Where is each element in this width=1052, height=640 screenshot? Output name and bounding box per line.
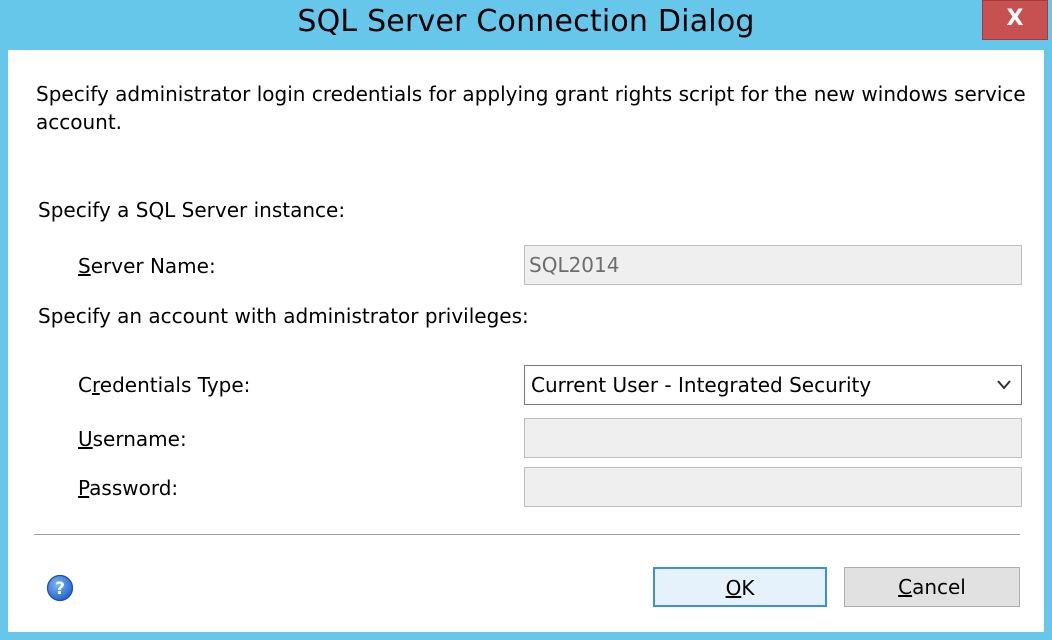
username-label: Username:: [78, 427, 187, 451]
close-icon: X: [1006, 6, 1024, 31]
credentials-label-rest: edentials Type:: [99, 373, 251, 397]
dialog-window: SQL Server Connection Dialog X Specify a…: [0, 0, 1052, 640]
ok-button[interactable]: OK: [653, 567, 827, 607]
credentials-type-value: Current User - Integrated Security: [531, 373, 872, 397]
close-button[interactable]: X: [982, 0, 1048, 40]
ok-mnemonic: O: [725, 576, 742, 600]
cancel-mnemonic: C: [898, 575, 913, 599]
credentials-type-select[interactable]: Current User - Integrated Security: [524, 365, 1022, 405]
ok-rest: K: [741, 576, 755, 600]
cancel-rest: ancel: [912, 575, 966, 599]
password-label: Password:: [78, 476, 178, 500]
username-field[interactable]: [524, 418, 1022, 458]
credentials-label-mnemonic: r: [91, 373, 100, 397]
credentials-label-prefix: C: [78, 373, 92, 397]
separator: [34, 534, 1020, 535]
description-text: Specify administrator login credentials …: [36, 82, 1026, 134]
help-icon[interactable]: ?: [46, 574, 74, 602]
dialog-title: SQL Server Connection Dialog: [297, 4, 755, 39]
chevron-down-icon[interactable]: [995, 366, 1013, 404]
password-label-rest: assword:: [89, 476, 179, 500]
cancel-button[interactable]: Cancel: [844, 567, 1020, 607]
server-name-label: Server Name:: [78, 254, 216, 278]
server-name-field[interactable]: SQL2014: [524, 245, 1022, 285]
account-section-heading: Specify an account with administrator pr…: [38, 304, 529, 328]
password-label-mnemonic: P: [78, 476, 90, 500]
instance-section-heading: Specify a SQL Server instance:: [38, 198, 346, 222]
title-bar[interactable]: SQL Server Connection Dialog X: [0, 0, 1052, 50]
dialog-body: Specify administrator login credentials …: [8, 50, 1044, 632]
credentials-type-label: Credentials Type:: [78, 373, 250, 397]
password-field[interactable]: [524, 467, 1022, 507]
username-label-mnemonic: U: [78, 427, 93, 451]
server-name-mnemonic: S: [78, 254, 91, 278]
username-label-rest: sername:: [92, 427, 187, 451]
svg-text:?: ?: [55, 579, 65, 599]
server-name-label-rest: erver Name:: [90, 254, 216, 278]
server-name-value: SQL2014: [529, 253, 620, 277]
